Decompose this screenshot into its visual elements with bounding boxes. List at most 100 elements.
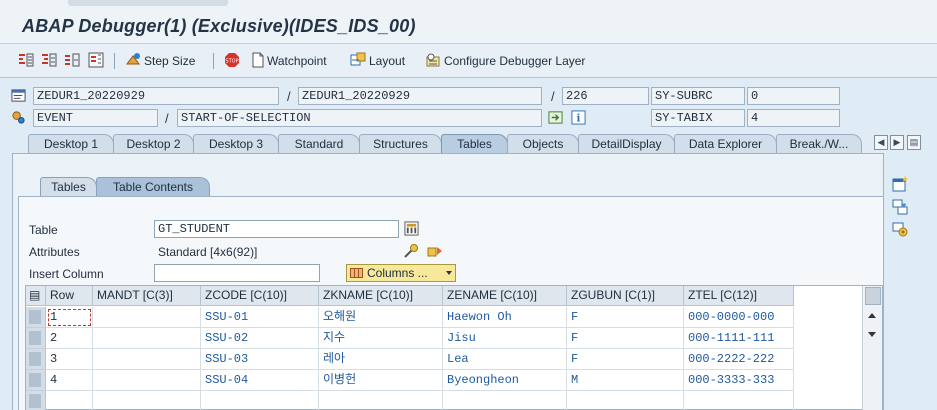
table-cell[interactable]: 2 — [46, 328, 93, 349]
tab-detail-display[interactable]: DetailDisplay — [578, 134, 675, 153]
replace-tool-icon[interactable] — [892, 199, 908, 215]
table-display-icon[interactable] — [404, 221, 419, 236]
tab-objects[interactable]: Objects — [507, 134, 579, 153]
svg-text:i: i — [577, 113, 581, 125]
table-cell[interactable] — [93, 307, 201, 328]
change-attributes-icon[interactable] — [403, 243, 419, 259]
step-size-button[interactable]: Step Size — [144, 54, 195, 68]
table-cell[interactable]: F — [567, 328, 684, 349]
navigate-source-icon[interactable] — [548, 110, 563, 125]
scroll-down-icon[interactable] — [868, 332, 876, 337]
table-cell[interactable]: SSU-02 — [201, 328, 319, 349]
table-cell[interactable]: F — [567, 307, 684, 328]
return-step-icon[interactable] — [64, 52, 80, 68]
table-cell[interactable]: 000-3333-333 — [684, 370, 794, 391]
grid-settings-icon[interactable]: ▤ — [26, 286, 46, 306]
scrollbar-thumb[interactable] — [865, 287, 881, 305]
row-selector[interactable] — [26, 391, 46, 410]
scroll-up-icon[interactable] — [868, 313, 876, 318]
subtab-table-contents[interactable]: Table Contents — [96, 177, 210, 197]
watchpoint-button[interactable]: Watchpoint — [267, 54, 327, 68]
tab-desktop-3[interactable]: Desktop 3 — [193, 134, 279, 153]
subtab-tables[interactable]: Tables — [40, 177, 97, 197]
table-cell[interactable]: SSU-01 — [201, 307, 319, 328]
row-selector[interactable] — [26, 328, 46, 349]
tab-scroll-right-button[interactable]: ▶ — [890, 135, 904, 150]
tab-list-button[interactable]: ▤ — [907, 135, 921, 150]
table-cell[interactable]: 1 — [46, 307, 93, 328]
columns-button[interactable]: Columns ... — [346, 264, 456, 282]
info-row-program: ZEDUR1_20220929 / ZEDUR1_20220929 / 226 … — [0, 86, 937, 108]
table-cell[interactable]: 3 — [46, 349, 93, 370]
table-cell[interactable]: 이병헌 — [319, 370, 443, 391]
table-cell[interactable]: Jisu — [443, 328, 567, 349]
table-cell[interactable]: M — [567, 370, 684, 391]
execute-step-icon[interactable] — [41, 52, 57, 68]
table-label: Table — [29, 223, 58, 237]
layout-button[interactable]: Layout — [369, 54, 405, 68]
tab-scroll-left-button[interactable]: ◀ — [874, 135, 888, 150]
column-header-ztel[interactable]: ZTEL [C(12)] — [684, 286, 794, 306]
table-cell[interactable]: F — [567, 349, 684, 370]
column-header-zcode[interactable]: ZCODE [C(10)] — [201, 286, 319, 306]
table-cell[interactable] — [93, 328, 201, 349]
tab-tables[interactable]: Tables — [441, 134, 508, 153]
table-cell[interactable]: 레아 — [319, 349, 443, 370]
insert-column-input[interactable] — [154, 264, 320, 282]
tab-structures[interactable]: Structures — [359, 134, 442, 153]
tab-data-explorer[interactable]: Data Explorer — [674, 134, 777, 153]
table-cell[interactable]: 지수 — [319, 328, 443, 349]
line-number-field[interactable]: 226 — [562, 87, 649, 105]
step-size-icon[interactable] — [125, 52, 141, 68]
layout-icon[interactable] — [350, 52, 366, 68]
program-field[interactable]: ZEDUR1_20220929 — [33, 87, 279, 105]
row-selector[interactable] — [26, 349, 46, 370]
continue-icon[interactable] — [88, 52, 104, 68]
subrc-value-field[interactable]: 0 — [747, 87, 840, 105]
table-cell[interactable]: Lea — [443, 349, 567, 370]
table-contents-grid: ▤ Row MANDT [C(3)] ZCODE [C(10)] ZKNAME … — [25, 285, 883, 410]
desktop-tabstrip: Desktop 1 Desktop 2 Desktop 3 Standard S… — [0, 134, 937, 154]
tab-desktop-1[interactable]: Desktop 1 — [28, 134, 114, 153]
watchpoint-icon[interactable] — [250, 52, 266, 68]
stop-icon[interactable]: STOP — [224, 52, 240, 68]
tool-services-icon[interactable] — [892, 221, 908, 237]
tabix-label-field: SY-TABIX — [651, 109, 745, 127]
table-cell[interactable]: Byeongheon — [443, 370, 567, 391]
insert-column-label: Insert Column — [29, 267, 104, 281]
table-cell[interactable]: Haewon Oh — [443, 307, 567, 328]
event-name-field[interactable]: START-OF-SELECTION — [177, 109, 542, 127]
event-type-field[interactable]: EVENT — [33, 109, 158, 127]
row-selector[interactable] — [26, 370, 46, 391]
empty-cell — [93, 391, 201, 410]
include-field[interactable]: ZEDUR1_20220929 — [298, 87, 542, 105]
table-cell[interactable]: 000-1111-111 — [684, 328, 794, 349]
table-name-input[interactable]: GT_STUDENT — [154, 220, 399, 238]
empty-cell — [201, 391, 319, 410]
info-icon[interactable]: i — [571, 110, 586, 125]
column-header-zename[interactable]: ZENAME [C(10)] — [443, 286, 567, 306]
table-cell[interactable]: 오해원 — [319, 307, 443, 328]
column-header-zgubun[interactable]: ZGUBUN [C(1)] — [567, 286, 684, 306]
tabix-value-field[interactable]: 4 — [747, 109, 840, 127]
table-cell[interactable] — [93, 370, 201, 391]
table-cell[interactable]: SSU-04 — [201, 370, 319, 391]
table-cell[interactable]: SSU-03 — [201, 349, 319, 370]
single-step-icon[interactable] — [18, 52, 34, 68]
table-cell[interactable] — [93, 349, 201, 370]
configure-debugger-layer-button[interactable]: Configure Debugger Layer — [444, 54, 585, 68]
table-cell[interactable]: 000-2222-222 — [684, 349, 794, 370]
column-header-zkname[interactable]: ZKNAME [C(10)] — [319, 286, 443, 306]
table-cell[interactable]: 4 — [46, 370, 93, 391]
new-tool-icon[interactable] — [892, 176, 908, 192]
row-selector[interactable] — [26, 307, 46, 328]
tab-standard[interactable]: Standard — [278, 134, 360, 153]
services-icon[interactable] — [427, 243, 443, 259]
column-header-row[interactable]: Row — [46, 286, 93, 306]
configure-layer-icon[interactable] — [425, 52, 441, 68]
tab-desktop-2[interactable]: Desktop 2 — [113, 134, 194, 153]
table-cell[interactable]: 000-0000-000 — [684, 307, 794, 328]
vertical-scrollbar[interactable] — [862, 286, 882, 410]
column-header-mandt[interactable]: MANDT [C(3)] — [93, 286, 201, 306]
tab-breakpoints-watchpoints[interactable]: Break./W... — [776, 134, 862, 153]
